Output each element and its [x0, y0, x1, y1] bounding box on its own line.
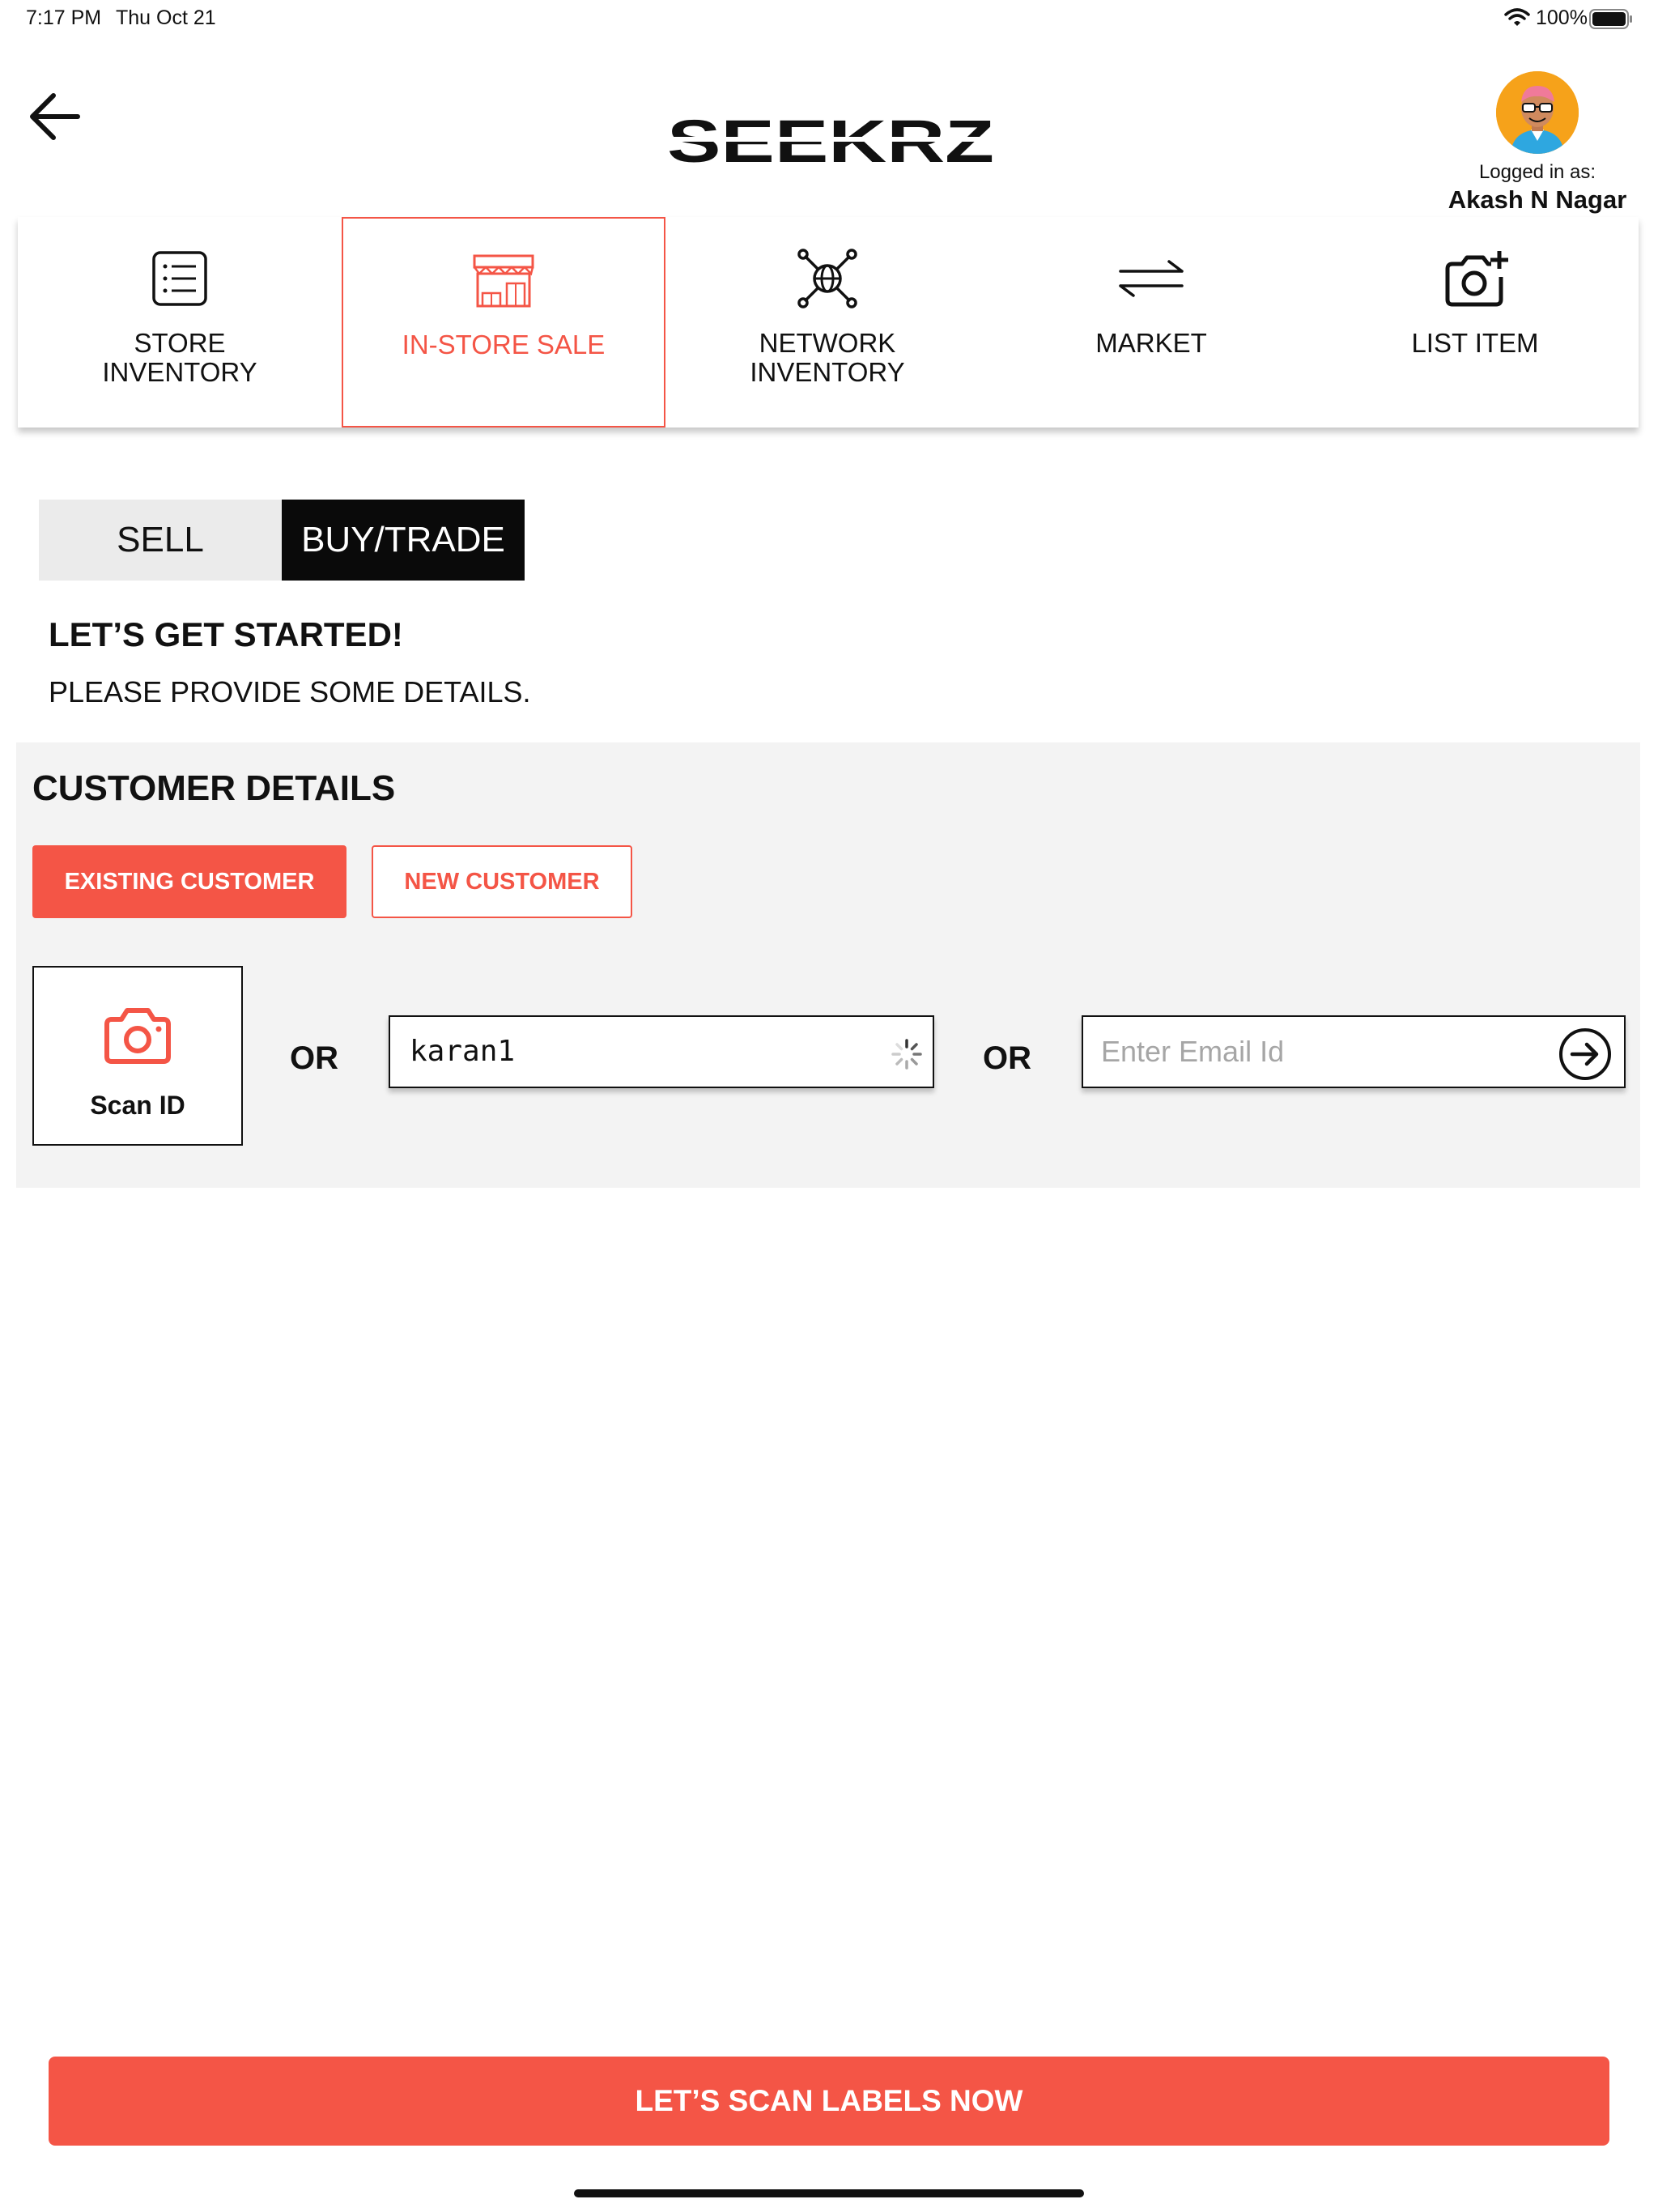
new-customer-button[interactable]: NEW CUSTOMER	[372, 845, 632, 918]
or-separator: OR	[290, 1040, 338, 1076]
nav-label: STORE INVENTORY	[102, 328, 257, 387]
or-separator: OR	[983, 1040, 1031, 1076]
arrow-left-icon	[30, 93, 80, 140]
page-heading: LET’S GET STARTED!	[49, 615, 403, 653]
status-time: 7:17 PM	[26, 6, 102, 29]
battery-icon	[1589, 9, 1632, 29]
nav-network-inventory[interactable]: NETWORK INVENTORY	[665, 217, 989, 428]
camera-icon	[104, 1008, 171, 1064]
customer-details-panel: CUSTOMER DETAILS EXISTING CUSTOMER NEW C…	[16, 742, 1640, 1188]
email-input[interactable]: Enter Email Id	[1082, 1015, 1626, 1088]
wifi-icon	[1504, 8, 1530, 26]
status-date: Thu Oct 21	[116, 6, 216, 29]
nav-label: LIST ITEM	[1411, 328, 1539, 358]
avatar[interactable]	[1496, 71, 1579, 154]
home-indicator[interactable]	[574, 2189, 1084, 2197]
customer-details-title: CUSTOMER DETAILS	[32, 768, 396, 808]
battery-percent: 100%	[1536, 6, 1588, 29]
main-nav: STORE INVENTORY IN-STORE SALE NETWORK IN…	[18, 217, 1639, 428]
page-subheading: PLEASE PROVIDE SOME DETAILS.	[49, 675, 531, 708]
camera-plus-icon	[1445, 251, 1508, 307]
back-button[interactable]	[26, 87, 84, 146]
scan-labels-button[interactable]: LET’S SCAN LABELS NOW	[49, 2057, 1609, 2146]
email-placeholder: Enter Email Id	[1101, 1035, 1285, 1068]
buy-trade-tab[interactable]: BUY/TRADE	[282, 500, 525, 581]
sell-tab[interactable]: SELL	[39, 500, 282, 581]
nav-label: NETWORK INVENTORY	[750, 328, 905, 387]
status-bar: 7:17 PM Thu Oct 21 100%	[0, 0, 1658, 39]
nav-label: IN-STORE SALE	[402, 330, 606, 359]
scan-id-button[interactable]: Scan ID	[32, 966, 243, 1146]
list-icon	[152, 251, 207, 306]
sell-buy-toggle: SELL BUY/TRADE	[39, 500, 525, 581]
seekrz-logo: SEEKRZ	[667, 115, 994, 168]
nav-market[interactable]: MARKET	[989, 217, 1313, 428]
user-name: Akash N Nagar	[1448, 185, 1627, 214]
nav-store-inventory[interactable]: STORE INVENTORY	[18, 217, 342, 428]
user-avatar-icon	[1496, 71, 1579, 154]
nav-in-store-sale[interactable]: IN-STORE SALE	[342, 217, 665, 428]
nav-list-item[interactable]: LIST ITEM	[1313, 217, 1637, 428]
existing-customer-button[interactable]: EXISTING CUSTOMER	[32, 845, 346, 918]
logged-in-label: Logged in as:	[1478, 161, 1596, 183]
customer-name-input[interactable]: karan1	[389, 1015, 934, 1088]
scan-id-label: Scan ID	[90, 1091, 185, 1120]
loading-spinner-icon	[891, 1039, 922, 1070]
storefront-icon	[473, 254, 534, 308]
customer-name-value: karan1	[410, 1035, 516, 1068]
swap-arrows-icon	[1119, 260, 1184, 297]
arrow-right-circle-icon[interactable]	[1558, 1027, 1613, 1082]
network-globe-icon	[797, 249, 857, 308]
nav-label: MARKET	[1095, 328, 1207, 358]
